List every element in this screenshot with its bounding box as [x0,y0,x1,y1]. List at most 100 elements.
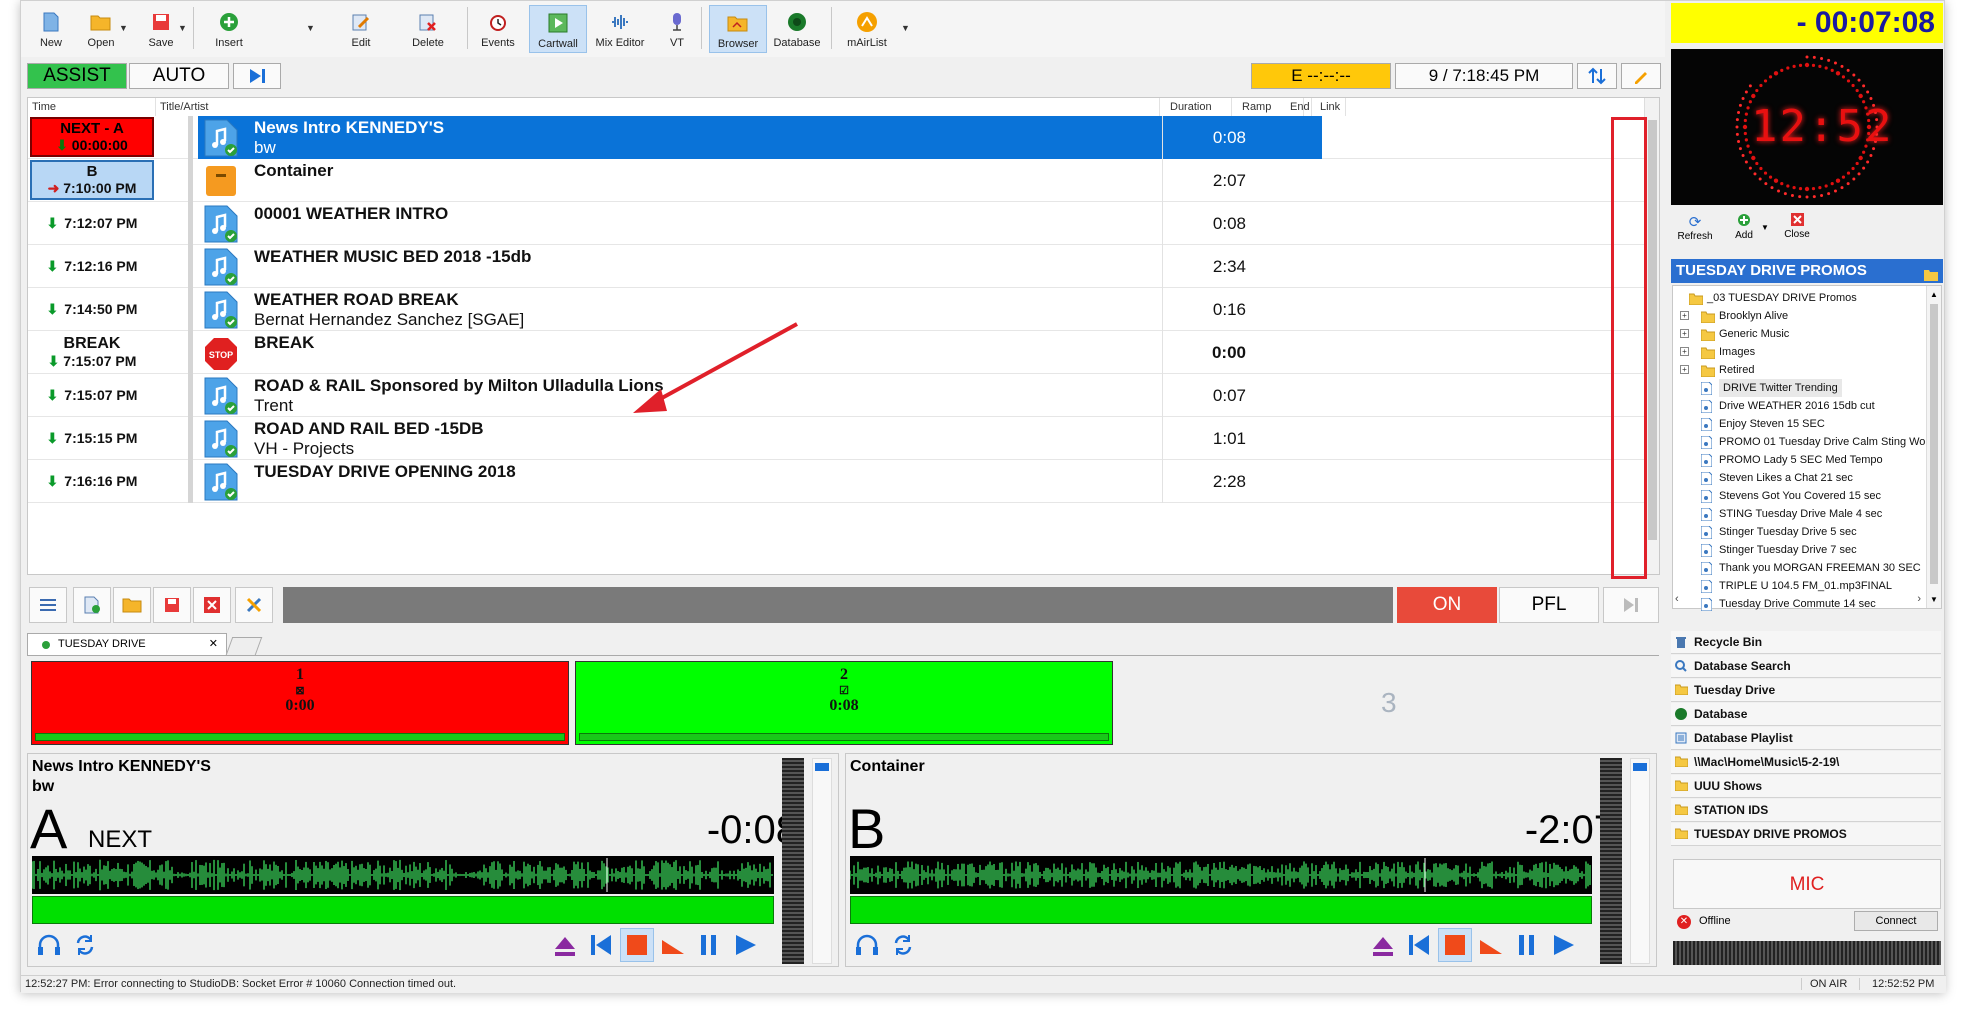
player-a-rewind-button[interactable] [584,928,618,962]
tree-item[interactable]: Steven Likes a Chat 21 sec [1719,469,1853,487]
tree-item[interactable]: Brooklyn Alive [1719,307,1788,325]
table-row[interactable]: ⬇ 7:14:50 PM WEATHER ROAD BREAK Bernat He… [28,288,1644,331]
auto-button[interactable]: AUTO [129,63,229,89]
tree-item[interactable]: PROMO 01 Tuesday Drive Calm Sting Wom [1719,433,1935,451]
player-a-position-bar[interactable] [32,896,774,924]
edit-mode-button[interactable] [1621,63,1661,89]
open-button[interactable]: Open [79,5,123,53]
scroll-down-icon[interactable]: ▼ [1930,595,1938,604]
tree-item[interactable]: Stevens Got You Covered 15 sec [1719,487,1881,505]
favorite-item[interactable]: Database Playlist [1671,727,1941,750]
add-button[interactable]: Add [1729,213,1759,241]
player-b-pfl-button[interactable] [850,928,884,962]
browser-button[interactable]: Browser [709,5,767,53]
tab-close-icon[interactable]: ✕ [209,634,218,654]
vt-button[interactable]: VT [657,5,697,53]
sort-button[interactable] [1577,63,1617,89]
tree-item[interactable]: Stinger Tuesday Drive 5 sec [1719,523,1857,541]
favorite-item[interactable]: Database [1671,703,1941,726]
mic-button[interactable]: MIC [1673,859,1941,909]
col-header-duration[interactable]: Duration [1166,98,1232,116]
volume-slider-thumb[interactable] [1633,763,1647,771]
playlist-grid[interactable]: Time Title/Artist Duration Ramp End Link… [27,97,1660,575]
open-dropdown-arrow-icon[interactable]: ▼ [119,23,128,33]
tab-tuesday-drive[interactable]: TUESDAY DRIVE ✕ [27,633,227,655]
player-a-loop-button[interactable] [68,928,102,962]
player-b-fade-button[interactable] [1474,928,1508,962]
skip-next-button[interactable] [233,63,281,89]
tree-item[interactable]: STING Tuesday Drive Male 4 sec [1719,505,1882,523]
cartwall-button[interactable]: Cartwall [529,5,587,53]
connect-button[interactable]: Connect [1854,911,1938,931]
player-a-fade-button[interactable] [656,928,690,962]
player-b-waveform[interactable] [849,856,1592,894]
tree-expand-icon[interactable]: + [1680,365,1689,374]
on-air-button[interactable]: ON [1397,587,1497,623]
tree-item[interactable]: Generic Music [1719,325,1789,343]
refresh-button[interactable]: ⟳ Refresh [1677,213,1713,242]
table-row[interactable]: B ➜ 7:10:00 PM Container 2:07 [28,159,1644,202]
favorite-item[interactable]: \\Mac\Home\Music\5-2-19\ [1671,751,1941,774]
events-button[interactable]: Events [475,5,521,53]
tree-hscrollbar[interactable]: ‹ › [1673,593,1925,607]
open-playlist-button[interactable] [113,587,151,623]
tree-item[interactable]: DRIVE Twitter Trending [1719,379,1842,397]
insert-button[interactable]: Insert [201,5,257,53]
tree-item[interactable]: PROMO Lady 5 SEC Med Tempo [1719,451,1883,469]
table-row[interactable]: BREAK ⬇ 7:15:07 PM STOP BREAK 0:00 [28,331,1644,374]
player-b-play-button[interactable] [1546,928,1580,962]
cart-player-3[interactable]: 3 [1381,687,1397,719]
scroll-left-icon[interactable]: ‹ [1675,593,1679,605]
player-b-rewind-button[interactable] [1402,928,1436,962]
col-header-end[interactable]: End [1286,98,1312,116]
save-button[interactable]: Save [139,5,183,53]
pfl-button[interactable]: PFL [1499,587,1599,623]
table-row[interactable]: ⬇ 7:15:15 PM ROAD AND RAIL BED -15DB VH -… [28,417,1644,460]
tree-item[interactable]: Retired [1719,361,1754,379]
tree-item[interactable]: Enjoy Steven 15 SEC [1719,415,1825,433]
clear-playlist-button[interactable] [193,587,231,623]
volume-slider-thumb[interactable] [815,763,829,771]
delete-button[interactable]: Delete [403,5,453,53]
tree-expand-icon[interactable]: + [1680,347,1689,356]
database-button[interactable]: Database [769,5,825,53]
player-b-volume-slider[interactable] [1630,758,1650,964]
tools-button[interactable] [235,587,273,623]
tree-item[interactable]: Stinger Tuesday Drive 7 sec [1719,541,1857,559]
col-header-time[interactable]: Time [28,98,156,116]
save-playlist-button[interactable] [153,587,191,623]
mairlist-dropdown-arrow-icon[interactable]: ▼ [901,23,910,33]
player-b-pause-button[interactable] [1510,928,1544,962]
pfl-skip-button[interactable] [1603,587,1659,623]
player-b-loop-button[interactable] [886,928,920,962]
table-row[interactable]: ⬇ 7:12:16 PM WEATHER MUSIC BED 2018 -15db… [28,245,1644,288]
table-row[interactable]: ⬇ 7:16:16 PM TUESDAY DRIVE OPENING 2018 2… [28,460,1644,503]
insert-dropdown-arrow-icon[interactable]: ▼ [306,23,315,33]
player-b-eject-button[interactable] [1366,928,1400,962]
edit-button[interactable]: Edit [339,5,383,53]
favorite-item[interactable]: Tuesday Drive [1671,679,1941,702]
favorite-item[interactable]: Recycle Bin [1671,631,1941,654]
player-b-position-bar[interactable] [850,896,1592,924]
tree-item[interactable]: Thank you MORGAN FREEMAN 30 SEC [1719,559,1921,577]
player-a-pause-button[interactable] [692,928,726,962]
player-a-waveform[interactable] [31,856,774,894]
player-a-pfl-button[interactable] [32,928,66,962]
tree-item[interactable]: Drive WEATHER 2016 15db cut [1719,397,1875,415]
save-dropdown-arrow-icon[interactable]: ▼ [178,23,187,33]
favorite-item[interactable]: STATION IDS [1671,799,1941,822]
tree-item[interactable]: _03 TUESDAY DRIVE Promos [1707,289,1857,307]
grid-scroll-thumb[interactable] [1648,120,1657,540]
tree-expand-icon[interactable]: + [1680,329,1689,338]
assist-button[interactable]: ASSIST [27,63,127,89]
player-a-stop-button[interactable] [620,928,654,962]
cart-player-1[interactable]: 1 ⊠ 0:00 [31,661,569,745]
favorite-item[interactable]: Database Search [1671,655,1941,678]
new-tab-button[interactable] [225,637,263,655]
player-a-eject-button[interactable] [548,928,582,962]
log-menu-button[interactable] [29,587,67,623]
col-header-title[interactable]: Title/Artist [156,98,1160,116]
scroll-thumb[interactable] [1930,304,1938,584]
scroll-right-icon[interactable]: › [1917,593,1921,605]
player-a-play-button[interactable] [728,928,762,962]
